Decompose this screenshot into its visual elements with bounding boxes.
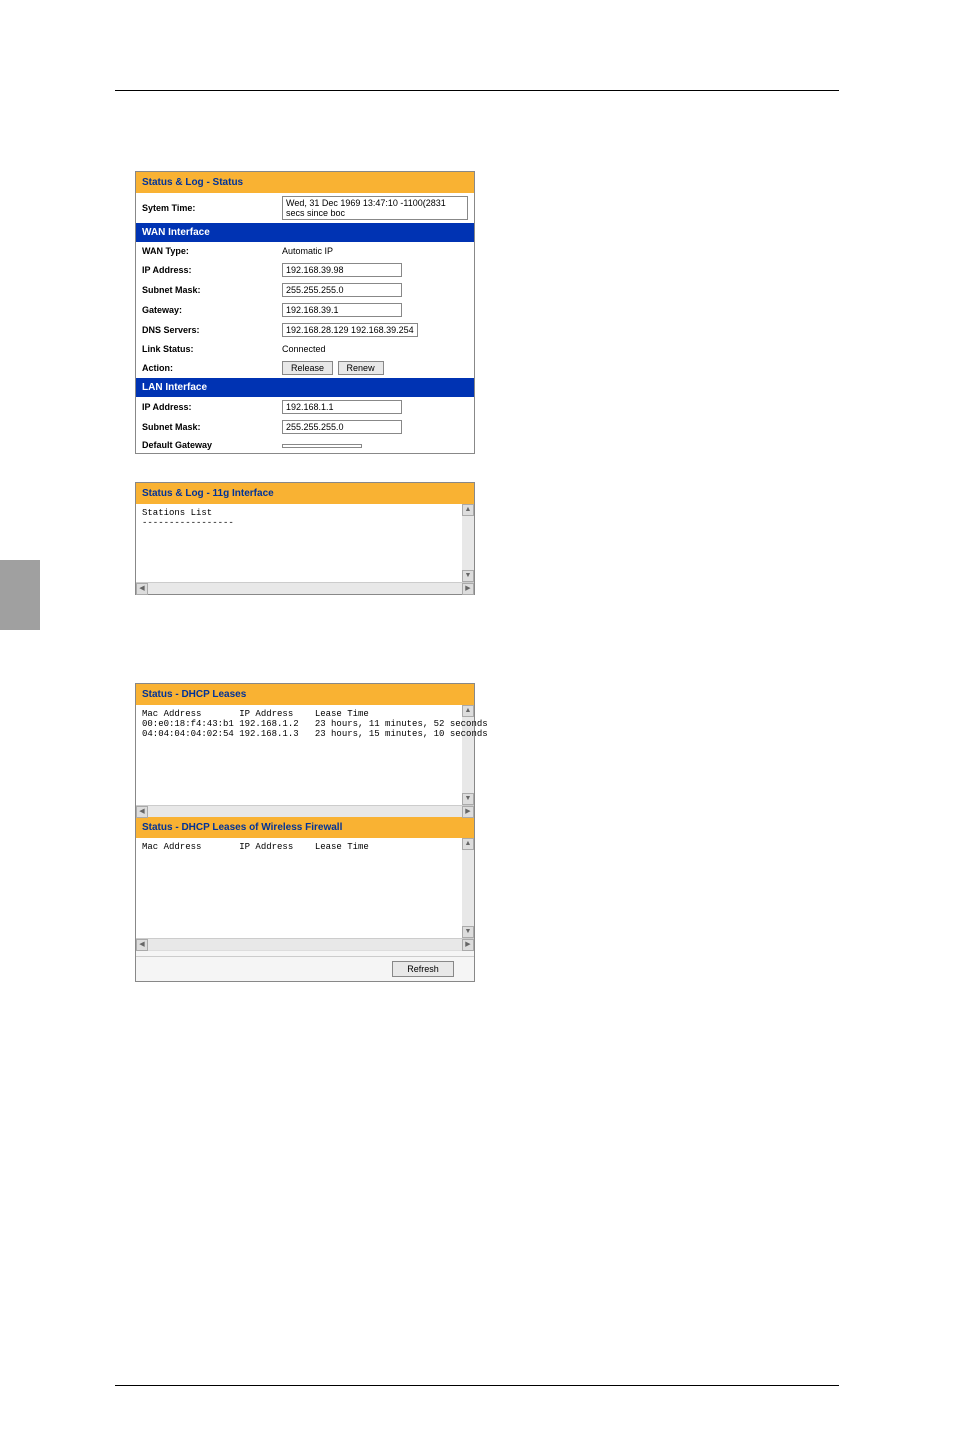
default-gw-row: Default Gateway [136,437,474,453]
scroll-left-icon[interactable]: ◀ [136,583,148,595]
status-dhcp-leases-panel: Status - DHCP Leases Mac Address IP Addr… [135,683,475,982]
lan-subnet-value: 255.255.255.0 [282,420,402,434]
content-area: Status & Log - Status Sytem Time: Wed, 3… [135,171,475,982]
refresh-row: Refresh [136,956,474,981]
action-label: Action: [142,363,282,373]
scroll-down-icon[interactable]: ▼ [462,926,474,938]
wan-ip-label: IP Address: [142,265,282,275]
status-log-status-panel: Status & Log - Status Sytem Time: Wed, 3… [135,171,475,454]
scroll-right-icon[interactable]: ▶ [462,806,474,818]
hscroll-bar: ◀ ▶ [136,582,474,594]
wan-ip-row: IP Address: 192.168.39.98 [136,260,474,280]
release-button[interactable]: Release [282,361,333,375]
dhcp-leases-wireless-area: Mac Address IP Address Lease Time ▲ ▼ [136,838,474,938]
dhcp-wireless-header-line: Mac Address IP Address Lease Time [142,842,369,852]
stations-list-area: Stations List ----------------- ▲ ▼ [136,504,474,582]
link-row: Link Status: Connected [136,340,474,358]
wan-subnet-label: Subnet Mask: [142,285,282,295]
lan-ip-label: IP Address: [142,402,282,412]
link-label: Link Status: [142,344,282,354]
scroll-up-icon[interactable]: ▲ [462,504,474,516]
default-gw-value [282,444,362,448]
stations-line2: ----------------- [142,518,234,528]
dhcp-row-2: 04:04:04:04:02:54 192.168.1.3 23 hours, … [142,729,488,739]
scroll-up-icon[interactable]: ▲ [462,838,474,850]
dns-row: DNS Servers: 192.168.28.129 192.168.39.2… [136,320,474,340]
lan-interface-header: LAN Interface [136,378,474,397]
scroll-right-icon[interactable]: ▶ [462,583,474,595]
bottom-divider [115,1385,839,1386]
lan-subnet-label: Subnet Mask: [142,422,282,432]
dns-value: 192.168.28.129 192.168.39.254 [282,323,418,337]
system-time-row: Sytem Time: Wed, 31 Dec 1969 13:47:10 -1… [136,193,474,223]
refresh-button[interactable]: Refresh [392,961,454,977]
wan-type-label: WAN Type: [142,246,282,256]
top-divider [115,90,839,91]
dhcp-leases-area: Mac Address IP Address Lease Time 00:e0:… [136,705,474,805]
lan-ip-row: IP Address: 192.168.1.1 [136,397,474,417]
hscroll-bar-1: ◀ ▶ [136,805,474,817]
scroll-down-icon[interactable]: ▼ [462,793,474,805]
default-gw-label: Default Gateway [142,440,282,450]
status-log-11g-panel: Status & Log - 11g Interface Stations Li… [135,482,475,595]
dhcp-leases-wireless-title: Status - DHCP Leases of Wireless Firewal… [136,817,474,838]
link-value: Connected [282,343,468,355]
stations-line1: Stations List [142,508,212,518]
wan-type-row: WAN Type: Automatic IP [136,242,474,260]
wan-subnet-value: 255.255.255.0 [282,283,402,297]
system-time-value: Wed, 31 Dec 1969 13:47:10 -1100(2831 sec… [282,196,468,220]
scroll-right-icon[interactable]: ▶ [462,939,474,951]
gateway-value: 192.168.39.1 [282,303,402,317]
wan-ip-value: 192.168.39.98 [282,263,402,277]
hscroll-bar-2: ◀ ▶ [136,938,474,950]
sidebar-tab [0,560,40,630]
dhcp-leases-title: Status - DHCP Leases [136,684,474,705]
gateway-label: Gateway: [142,305,282,315]
wan-subnet-row: Subnet Mask: 255.255.255.0 [136,280,474,300]
wan-interface-header: WAN Interface [136,223,474,242]
panel-title-11g: Status & Log - 11g Interface [136,483,474,504]
dhcp-header-line: Mac Address IP Address Lease Time [142,709,369,719]
renew-button[interactable]: Renew [338,361,384,375]
action-row: Action: Release Renew [136,358,474,378]
lan-ip-value: 192.168.1.1 [282,400,402,414]
scroll-left-icon[interactable]: ◀ [136,939,148,951]
wan-type-value: Automatic IP [282,245,468,257]
dns-label: DNS Servers: [142,325,282,335]
panel-title: Status & Log - Status [136,172,474,193]
scroll-down-icon[interactable]: ▼ [462,570,474,582]
system-time-label: Sytem Time: [142,203,282,213]
scroll-up-icon[interactable]: ▲ [462,705,474,717]
dhcp-row-1: 00:e0:18:f4:43:b1 192.168.1.2 23 hours, … [142,719,488,729]
lan-subnet-row: Subnet Mask: 255.255.255.0 [136,417,474,437]
gateway-row: Gateway: 192.168.39.1 [136,300,474,320]
scroll-left-icon[interactable]: ◀ [136,806,148,818]
